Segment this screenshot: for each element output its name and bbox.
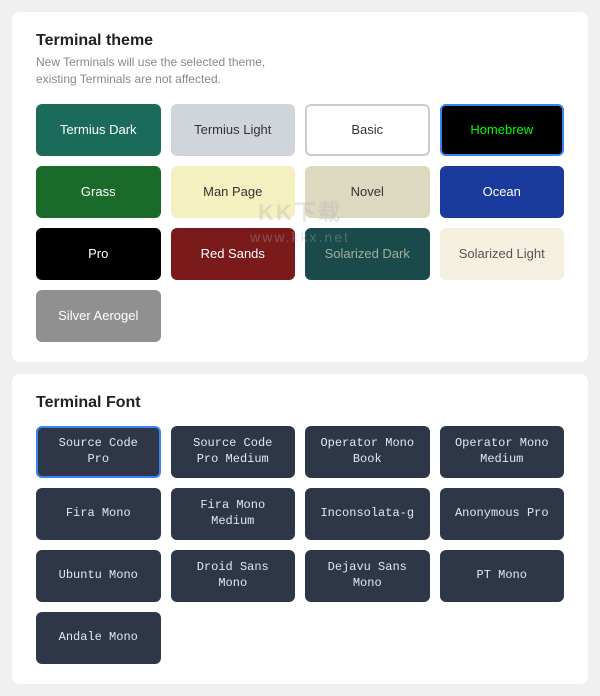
font-tile-anonymous-pro[interactable]: Anonymous Pro (440, 488, 565, 540)
theme-tile-homebrew[interactable]: Homebrew (440, 104, 565, 156)
font-tile-source-code-pro[interactable]: Source Code Pro (36, 426, 161, 478)
theme-tile-grass[interactable]: Grass (36, 166, 161, 218)
theme-tile-pro[interactable]: Pro (36, 228, 161, 280)
font-tile-inconsolata-g[interactable]: Inconsolata-g (305, 488, 430, 540)
font-tile-pt-mono[interactable]: PT Mono (440, 550, 565, 602)
theme-tile-termius-dark[interactable]: Termius Dark (36, 104, 161, 156)
theme-tile-ocean[interactable]: Ocean (440, 166, 565, 218)
terminal-font-section: Terminal Font Source Code ProSource Code… (12, 374, 588, 684)
theme-tile-solarized-dark[interactable]: Solarized Dark (305, 228, 430, 280)
font-grid: Source Code ProSource Code Pro MediumOpe… (36, 426, 564, 664)
font-tile-andale-mono[interactable]: Andale Mono (36, 612, 161, 664)
terminal-theme-section: Terminal theme New Terminals will use th… (12, 12, 588, 362)
theme-tile-termius-light[interactable]: Termius Light (171, 104, 296, 156)
font-tile-operator-mono-book[interactable]: Operator Mono Book (305, 426, 430, 478)
theme-grid: Termius DarkTermius LightBasicHomebrew Gr… (36, 104, 564, 342)
theme-grid-wrapper: Termius DarkTermius LightBasicHomebrew Gr… (36, 104, 564, 342)
terminal-theme-title: Terminal theme (36, 32, 564, 50)
font-tile-dejavu-sans-mono[interactable]: Dejavu Sans Mono (305, 550, 430, 602)
font-tile-fira-mono-medium[interactable]: Fira Mono Medium (171, 488, 296, 540)
font-tile-droid-sans-mono[interactable]: Droid Sans Mono (171, 550, 296, 602)
theme-tile-red-sands[interactable]: Red Sands (171, 228, 296, 280)
font-tile-ubuntu-mono[interactable]: Ubuntu Mono (36, 550, 161, 602)
terminal-theme-subtitle: New Terminals will use the selected them… (36, 54, 564, 88)
font-tile-operator-mono-medium[interactable]: Operator Mono Medium (440, 426, 565, 478)
theme-tile-solarized-light[interactable]: Solarized Light (440, 228, 565, 280)
theme-tile-man-page[interactable]: Man Page (171, 166, 296, 218)
theme-tile-silver-aerogel[interactable]: Silver Aerogel (36, 290, 161, 342)
font-tile-source-code-pro-medium[interactable]: Source Code Pro Medium (171, 426, 296, 478)
font-tile-fira-mono[interactable]: Fira Mono (36, 488, 161, 540)
theme-tile-basic[interactable]: Basic (305, 104, 430, 156)
theme-tile-novel[interactable]: Novel (305, 166, 430, 218)
terminal-font-title: Terminal Font (36, 394, 564, 412)
